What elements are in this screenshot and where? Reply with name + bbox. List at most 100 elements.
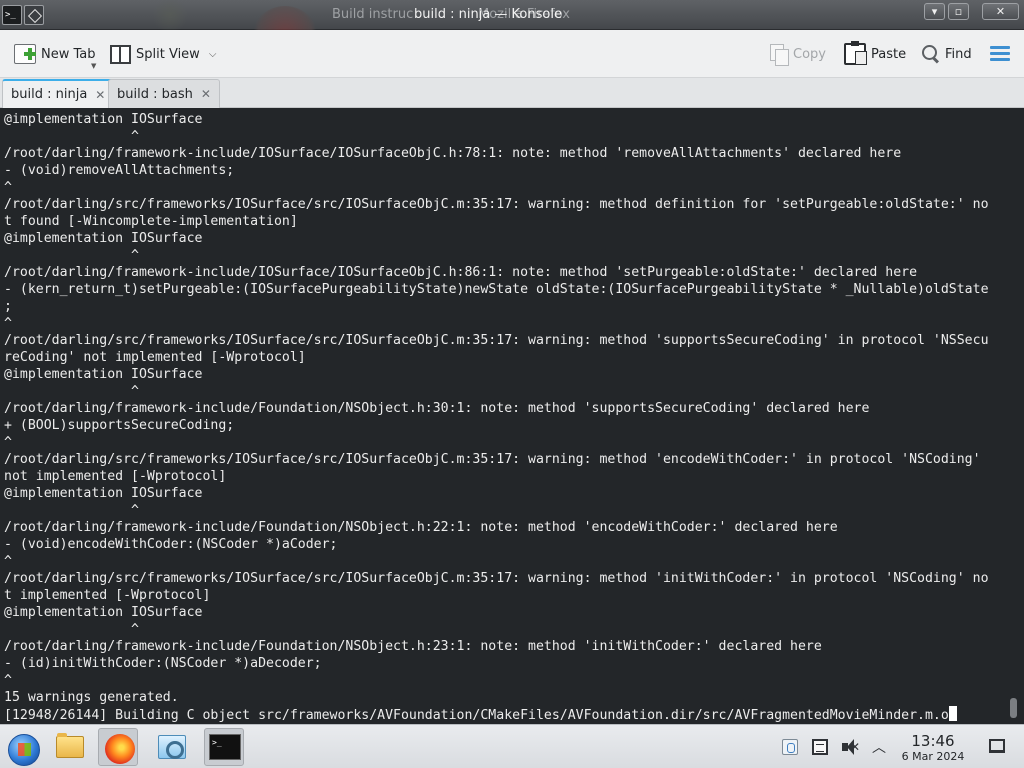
terminal-line-text: - (id)initWithCoder:(NSCoder *)aDecoder; [4,656,322,671]
paste-label: Paste [871,46,907,62]
find-button[interactable]: Find [922,42,972,66]
terminal-line-text: - (kern_return_t)setPurgeable:(IOSurface… [4,282,989,297]
minimize-button[interactable]: ▾ [924,3,945,20]
terminal-line-text: not implemented [-Wprotocol] [4,469,227,484]
terminal-line: /root/darling/src/frameworks/IOSurface/s… [4,332,1004,349]
terminal-line: + (BOOL)supportsSecureCoding; [4,417,1004,434]
taskbar-konsole[interactable]: >_ [204,728,244,766]
split-view-icon [110,44,131,64]
terminal-line-text: /root/darling/framework-include/Foundati… [4,401,870,416]
terminal-line: /root/darling/framework-include/Foundati… [4,400,1004,417]
terminal-line-text: reCoding' not implemented [-Wprotocol] [4,350,306,365]
terminal-line: reCoding' not implemented [-Wprotocol] [4,349,1004,366]
terminal-scrollbar[interactable] [1010,698,1017,718]
konsole-app-icon[interactable]: >_ [2,5,22,25]
terminal-line-text: /root/darling/src/frameworks/IOSurface/s… [4,452,981,467]
start-button[interactable] [2,728,42,766]
terminal-line: ; [4,298,1004,315]
terminal-line-text: ^ [4,248,139,263]
terminal-line-text: @implementation IOSurface [4,605,203,620]
terminal-line-text: ^ [4,180,12,195]
tab-label: build : bash [117,86,193,102]
konsole-toolbar: New Tab ▼ Split View ⌵ Copy Paste Find [0,30,1024,78]
terminal-line: t implemented [-Wprotocol] [4,587,1004,604]
terminal-line: ^ [4,621,1004,638]
tab-build-ninja[interactable]: build : ninja ✕ [2,79,115,108]
console-icon: >_ [209,734,241,760]
terminal-line: ^ [4,434,1004,451]
close-tab-icon[interactable]: ✕ [95,88,105,102]
copy-icon [770,44,789,66]
terminal-line: ^ [4,502,1004,519]
expand-tray-icon[interactable]: ︿ [872,737,886,757]
terminal-line-text: ^ [4,503,139,518]
terminal-line: ^ [4,315,1004,332]
taskbar-system-settings[interactable] [152,728,192,766]
terminal-line: /root/darling/framework-include/IOSurfac… [4,264,1004,281]
close-button[interactable]: ✕ [982,3,1019,20]
new-tab-button[interactable]: New Tab [14,42,96,66]
terminal-line: [12948/26144] Building C object src/fram… [4,706,1004,723]
tab-build-bash[interactable]: build : bash ✕ [108,79,220,108]
terminal-line-text: 15 warnings generated. [4,690,179,705]
chevron-down-icon[interactable]: ⌵ [209,49,217,60]
clipboard-tray-icon[interactable] [782,739,798,755]
terminal-line-text: /root/darling/src/frameworks/IOSurface/s… [4,333,989,348]
terminal-line-text: @implementation IOSurface [4,112,203,127]
terminal-line-text: ^ [4,316,12,331]
clock-date: 6 Mar 2024 [901,750,965,763]
notes-tray-icon[interactable] [812,739,828,755]
titlebar-decoration [150,0,190,30]
split-view-button[interactable]: Split View ⌵ [110,42,216,66]
terminal-line-text: /root/darling/src/frameworks/IOSurface/s… [4,571,989,586]
window-title: build : ninja — Konsole [414,7,562,22]
terminal-line: t found [-Wincomplete-implementation] [4,213,1004,230]
terminal-line: - (kern_return_t)setPurgeable:(IOSurface… [4,281,1004,298]
terminal-line-text: ; [4,299,12,314]
terminal-line: ^ [4,247,1004,264]
paste-button[interactable]: Paste [844,41,907,66]
tab-bar: build : ninja ✕ build : bash ✕ [0,78,1024,108]
copy-button[interactable]: Copy [770,42,826,66]
settings-icon [158,735,186,759]
taskbar-firefox[interactable] [98,728,138,766]
hamburger-menu-icon[interactable] [990,46,1010,62]
terminal-line-text: [12948/26144] Building C object src/fram… [4,708,949,723]
maximize-button[interactable]: ▫ [948,3,969,20]
terminal-line: - (void)encodeWithCoder:(NSCoder *)aCode… [4,536,1004,553]
window-titlebar[interactable]: >_ Build instruc Mozilla Firefox build :… [0,0,1024,46]
window-menu-icon[interactable] [24,5,44,25]
new-tab-icon [14,44,36,64]
terminal-line: ^ [4,179,1004,196]
clock[interactable]: 13:46 6 Mar 2024 [897,732,969,764]
show-desktop-icon[interactable] [989,739,1005,753]
terminal-line-text: + (BOOL)supportsSecureCoding; [4,418,235,433]
terminal-view[interactable]: @implementation IOSurface ^ /root/darling… [0,108,1024,724]
terminal-line: ^ [4,672,1004,689]
taskbar-file-manager[interactable] [50,728,90,766]
terminal-line: /root/darling/src/frameworks/IOSurface/s… [4,451,1004,468]
find-label: Find [945,46,972,62]
terminal-line-text: - (void)removeAllAttachments; [4,163,235,178]
new-tab-label: New Tab [41,46,96,62]
terminal-line: ^ [4,128,1004,145]
tab-label: build : ninja [11,87,88,102]
close-tab-icon[interactable]: ✕ [201,87,211,101]
terminal-line-text: /root/darling/src/frameworks/IOSurface/s… [4,197,989,212]
terminal-line-text: @implementation IOSurface [4,231,203,246]
terminal-line: @implementation IOSurface [4,111,1004,128]
terminal-cursor [948,706,957,721]
terminal-line-text: /root/darling/framework-include/Foundati… [4,639,822,654]
terminal-line: ^ [4,553,1004,570]
terminal-line: @implementation IOSurface [4,485,1004,502]
terminal-line: - (void)removeAllAttachments; [4,162,1004,179]
terminal-line-text: ^ [4,435,12,450]
terminal-line-text: t implemented [-Wprotocol] [4,588,211,603]
new-tab-dropdown-chevron-icon[interactable]: ▼ [91,62,96,70]
desktop-screen: >_ Build instruc Mozilla Firefox build :… [0,0,1024,768]
terminal-line-text: @implementation IOSurface [4,367,203,382]
terminal-line: @implementation IOSurface [4,366,1004,383]
terminal-line: /root/darling/framework-include/Foundati… [4,638,1004,655]
terminal-line-text: /root/darling/framework-include/Foundati… [4,520,838,535]
terminal-line-text: ^ [4,129,139,144]
